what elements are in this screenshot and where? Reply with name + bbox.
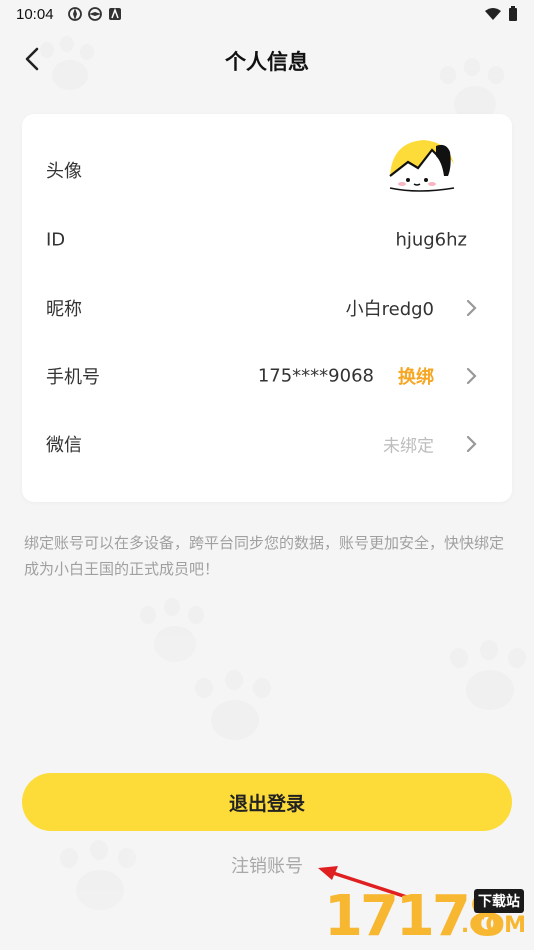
chevron-right-icon (466, 435, 477, 453)
phone-label: 手机号 (46, 367, 100, 388)
app-icon (87, 7, 102, 21)
page-title: 个人信息 (225, 50, 309, 74)
paw-decoration (450, 640, 530, 720)
avatar-label: 头像 (46, 161, 82, 182)
id-value: hjug6hz (395, 229, 467, 251)
phone-value: 175****9068 (257, 365, 374, 387)
phone-row[interactable]: 手机号 175****9068 换绑 (22, 342, 512, 410)
cancel-account-link[interactable]: 注销账号 (0, 852, 534, 878)
wifi-icon (485, 8, 501, 20)
binding-hint: 绑定账号可以在多设备，跨平台同步您的数据，账号更加安全，快快绑定成为小白王国的正… (24, 534, 505, 578)
profile-card: 头像 ID hjug6hz 昵称 小白redg0 手机号 175****9068… (22, 114, 512, 502)
wechat-label: 微信 (46, 435, 82, 456)
logout-button[interactable]: 退出登录 (22, 773, 512, 831)
nickname-row[interactable]: 昵称 小白redg0 (22, 274, 512, 342)
watermark-badge: 下载站 (474, 889, 524, 913)
rebind-phone-button[interactable]: 换绑 (398, 363, 434, 389)
paw-decoration (140, 598, 210, 670)
avatar[interactable] (388, 136, 458, 196)
app-icon (67, 7, 82, 21)
nickname-value: 小白redg0 (345, 299, 434, 320)
wechat-row[interactable]: 微信 未绑定 (22, 410, 512, 478)
a-icon (108, 7, 121, 20)
id-row: ID hjug6hz (22, 206, 512, 274)
chevron-right-icon (466, 367, 477, 385)
nickname-label: 昵称 (46, 299, 82, 320)
id-label: ID (46, 229, 66, 251)
wechat-value: 未绑定 (383, 436, 434, 457)
status-bar: 10:04 (0, 0, 534, 28)
battery-icon (509, 6, 517, 21)
avatar-row[interactable]: 头像 (22, 136, 512, 204)
watermark-logo: 17178 下载站 .COM (296, 885, 526, 947)
status-time: 10:04 (16, 5, 54, 23)
paw-decoration (195, 670, 275, 750)
header: 个人信息 (0, 36, 534, 82)
chevron-right-icon (466, 299, 477, 317)
watermark-domain: .COM (460, 913, 526, 938)
